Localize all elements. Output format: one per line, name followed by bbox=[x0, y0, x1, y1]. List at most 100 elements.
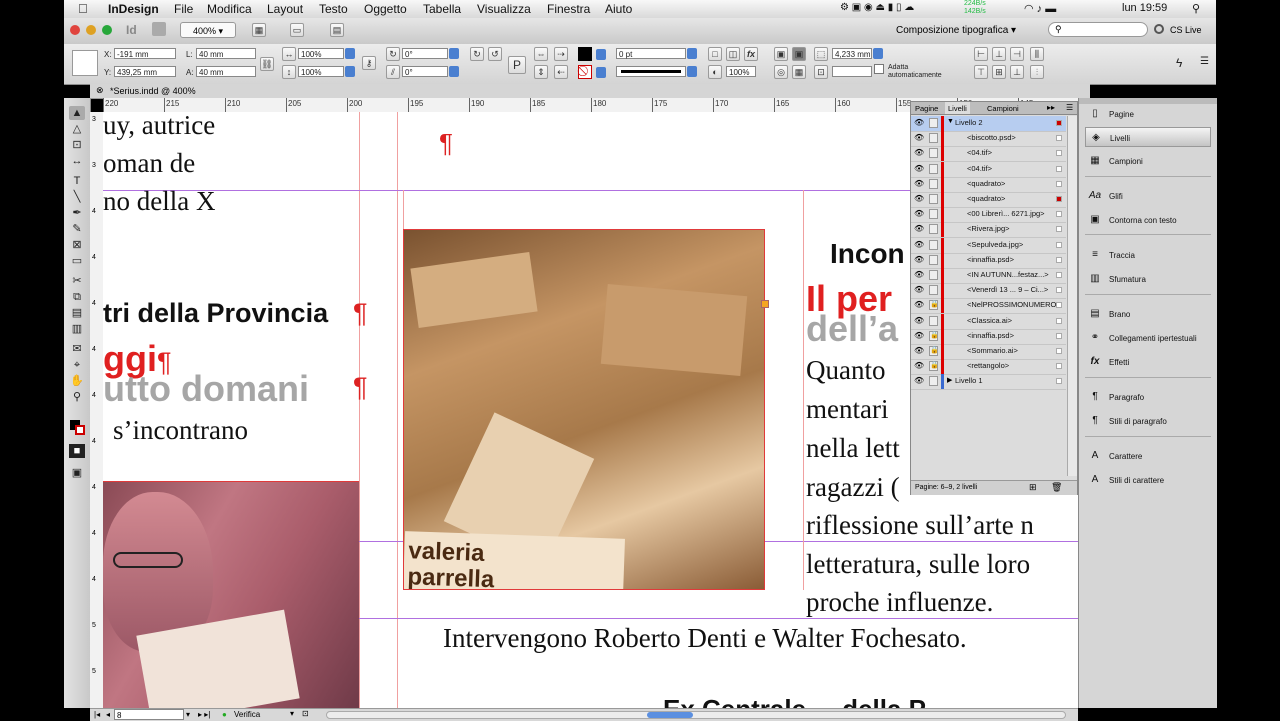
lightning-icon[interactable]: ϟ bbox=[1176, 56, 1182, 70]
panel-campioni[interactable]: ▦ Campioni bbox=[1085, 151, 1211, 171]
panel-pagine[interactable]: ▯ Pagine bbox=[1085, 104, 1211, 124]
menu-testo[interactable]: Testo bbox=[319, 2, 348, 16]
stroke-menu[interactable] bbox=[596, 67, 606, 78]
rotate-ccw-icon[interactable]: ↺ bbox=[488, 47, 502, 61]
menu-file[interactable]: File bbox=[174, 2, 193, 16]
hand-tool-icon[interactable]: ✋ bbox=[69, 374, 85, 388]
lock-toggle-icon[interactable] bbox=[929, 148, 938, 159]
layer-item-row[interactable]: 👁 <00 Librerì... 6271.jpg> bbox=[911, 207, 1066, 224]
page-number-field[interactable]: 8 bbox=[114, 709, 184, 720]
body-text-line[interactable]: s’incontrano bbox=[113, 415, 248, 446]
frame-size-stepper[interactable] bbox=[873, 48, 883, 59]
layers-scrollbar[interactable] bbox=[1067, 116, 1077, 476]
visibility-eye-icon[interactable]: 👁 bbox=[914, 225, 924, 233]
selection-square[interactable] bbox=[1056, 241, 1062, 248]
zoom-tool-icon[interactable]: ⚲ bbox=[69, 390, 85, 404]
lock-toggle-icon[interactable]: 🔒 bbox=[929, 361, 939, 372]
note-tool-icon[interactable]: ✉ bbox=[69, 342, 85, 356]
body-text-line[interactable]: Quanto bbox=[806, 355, 885, 386]
layer-item-row[interactable]: 👁 <quadrato> bbox=[911, 176, 1066, 193]
scale-y-stepper[interactable] bbox=[345, 66, 355, 77]
flip-vertical-icon[interactable]: ⇕ bbox=[534, 65, 548, 79]
close-window-button[interactable] bbox=[70, 25, 80, 35]
stroke-type-select[interactable] bbox=[616, 66, 686, 77]
lock-toggle-icon[interactable]: 🔒 bbox=[929, 330, 939, 341]
visibility-eye-icon[interactable]: 👁 bbox=[914, 164, 924, 173]
headline-domani[interactable]: utto domani bbox=[103, 368, 309, 410]
menu-layout[interactable]: Layout bbox=[267, 2, 303, 16]
panel-menu-icon[interactable]: ☰ bbox=[1066, 103, 1073, 112]
visibility-eye-icon[interactable]: 👁 bbox=[914, 286, 924, 294]
fit-content-icon[interactable]: ▣ bbox=[774, 47, 788, 61]
rotation-field[interactable]: 0° bbox=[402, 48, 448, 59]
scale-y-field[interactable]: 100% bbox=[298, 66, 344, 77]
menu-tabella[interactable]: Tabella bbox=[423, 2, 461, 16]
menu-aiuto[interactable]: Aiuto bbox=[605, 2, 632, 16]
type-tool-icon[interactable]: T bbox=[69, 174, 85, 188]
body-text-line[interactable]: letteratura, sulle loro bbox=[806, 549, 1030, 580]
selection-square[interactable] bbox=[1056, 348, 1062, 354]
fill-swatch[interactable] bbox=[578, 47, 592, 61]
selection-square[interactable] bbox=[1056, 272, 1062, 278]
stroke-weight-stepper[interactable] bbox=[687, 48, 697, 59]
menu-visualizza[interactable]: Visualizza bbox=[477, 2, 531, 16]
align-middle-icon[interactable]: ⊞ bbox=[992, 65, 1006, 79]
panel-brano[interactable]: ▤ Brano bbox=[1085, 304, 1211, 324]
wifi-icon[interactable]: ◠ ♪ ▬ bbox=[1024, 2, 1056, 15]
selection-square[interactable] bbox=[1056, 378, 1062, 385]
body-text-line[interactable]: oman de bbox=[103, 148, 195, 179]
panel-collegamenti[interactable]: ⚭ Collegamenti ipertestuali bbox=[1085, 328, 1211, 348]
apply-color-icon[interactable]: ■ bbox=[69, 444, 85, 458]
clock[interactable]: lun 19:59 bbox=[1122, 2, 1167, 14]
layer-item-row[interactable]: 👁 <Rivera.jpg> bbox=[911, 222, 1066, 239]
visibility-eye-icon[interactable]: 👁 bbox=[914, 255, 924, 264]
page-menu-icon[interactable]: ▾ bbox=[186, 710, 190, 719]
panel-paragrafo[interactable]: ¶ Paragrafo bbox=[1085, 387, 1211, 407]
body-text-line[interactable]: Intervengono Roberto Denti e Walter Foch… bbox=[443, 623, 967, 654]
effects-shadow-icon[interactable]: ◫ bbox=[726, 47, 740, 61]
selection-square[interactable] bbox=[1056, 332, 1062, 339]
constrain-proportions-icon[interactable]: ⛓ bbox=[260, 57, 274, 71]
selection-square[interactable] bbox=[1056, 150, 1062, 157]
lock-toggle-icon[interactable] bbox=[929, 209, 938, 220]
visibility-eye-icon[interactable]: 👁 bbox=[914, 210, 924, 218]
auto-fit-checkbox[interactable] bbox=[874, 64, 884, 74]
panel-sfumatura[interactable]: ▥ Sfumatura bbox=[1085, 269, 1211, 289]
lock-toggle-icon[interactable] bbox=[929, 376, 938, 387]
selection-square[interactable] bbox=[1056, 256, 1062, 263]
stroke-weight-field[interactable]: 0 pt bbox=[616, 48, 686, 59]
heading-cut[interactable]: Ex Centrale ... della P bbox=[663, 694, 926, 708]
close-tab-icon[interactable]: ⊗ bbox=[96, 85, 104, 96]
lock-toggle-icon[interactable] bbox=[929, 194, 938, 204]
preflight-label[interactable]: Verifica bbox=[234, 710, 260, 719]
selection-square[interactable] bbox=[1056, 120, 1062, 126]
next-page-icon[interactable]: ▸ ▸| bbox=[198, 710, 210, 719]
preflight-menu-icon[interactable]: ▾ bbox=[290, 709, 294, 718]
selection-square[interactable] bbox=[1056, 165, 1062, 172]
pen-tool-icon[interactable]: ✒ bbox=[69, 206, 85, 220]
visibility-eye-icon[interactable]: 👁 bbox=[914, 331, 924, 340]
fx-icon[interactable]: fx bbox=[744, 47, 758, 61]
stroke-color-icon[interactable] bbox=[75, 425, 85, 435]
lock-toggle-icon[interactable]: 🔒 bbox=[929, 300, 939, 311]
select-container-icon[interactable]: P bbox=[508, 56, 526, 74]
selection-square[interactable] bbox=[1056, 363, 1062, 370]
tab-campioni[interactable]: Campioni bbox=[987, 104, 1019, 113]
horizontal-scrollbar[interactable] bbox=[326, 711, 1066, 719]
scrollbar-thumb[interactable] bbox=[647, 712, 693, 718]
width-field[interactable]: 40 mm bbox=[196, 48, 256, 59]
lock-toggle-icon[interactable] bbox=[929, 285, 938, 296]
selection-square[interactable] bbox=[1056, 211, 1062, 218]
layer-item-row[interactable]: 👁 🔒 <Sommario.ai> bbox=[911, 344, 1066, 360]
panel-traccia[interactable]: ≡ Traccia bbox=[1085, 245, 1211, 265]
layer-item-row[interactable]: 👁 <innaffia.psd> bbox=[911, 252, 1066, 269]
align-right-icon[interactable]: ⊣ bbox=[1010, 47, 1024, 61]
menu-oggetto[interactable]: Oggetto bbox=[364, 2, 407, 16]
layer-item-row[interactable]: 👁 🔒 <innaffia.psd> bbox=[911, 328, 1066, 345]
layer-item-row[interactable]: 👁 <IN AUTUNN...festaz...> bbox=[911, 268, 1066, 284]
disclosure-triangle-icon[interactable]: ▶ bbox=[947, 376, 952, 384]
select-next-icon[interactable]: ⇢ bbox=[554, 47, 568, 61]
first-page-icon[interactable]: |◂ bbox=[94, 710, 100, 719]
body-text-line[interactable]: ragazzi ( bbox=[806, 472, 900, 503]
lock-toggle-icon[interactable] bbox=[929, 224, 938, 235]
